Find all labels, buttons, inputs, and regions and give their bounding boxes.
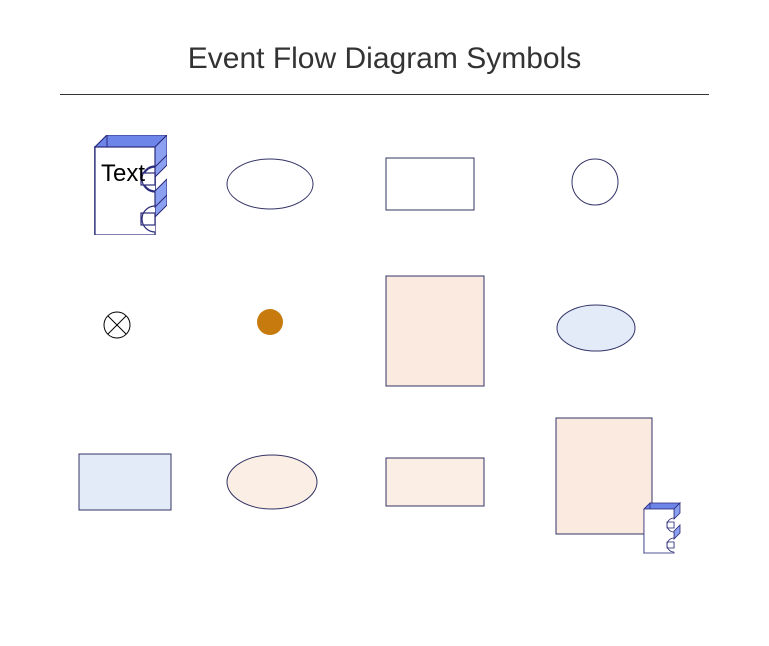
symbol-ellipse-peach [225,453,319,511]
symbol-rectangle-peach [385,457,485,507]
symbol-circle-cross [102,310,132,340]
symbol-rectangle-pink-with-e [548,417,688,557]
symbol-grid: Text [0,95,769,595]
symbol-ellipse-blue [555,303,637,353]
symbol-rectangle-blue [78,453,172,511]
diagram-title: Event Flow Diagram Symbols [0,0,769,76]
symbol-3d-class: Text [75,135,167,235]
symbol-rectangle-pink-large [385,275,485,387]
symbol-dot-filled [255,307,285,337]
symbol-circle-outline [570,157,620,207]
symbol-ellipse-outline [225,157,315,211]
symbol-3d-class-label: Text [101,161,145,187]
symbol-rectangle-outline [385,157,475,211]
